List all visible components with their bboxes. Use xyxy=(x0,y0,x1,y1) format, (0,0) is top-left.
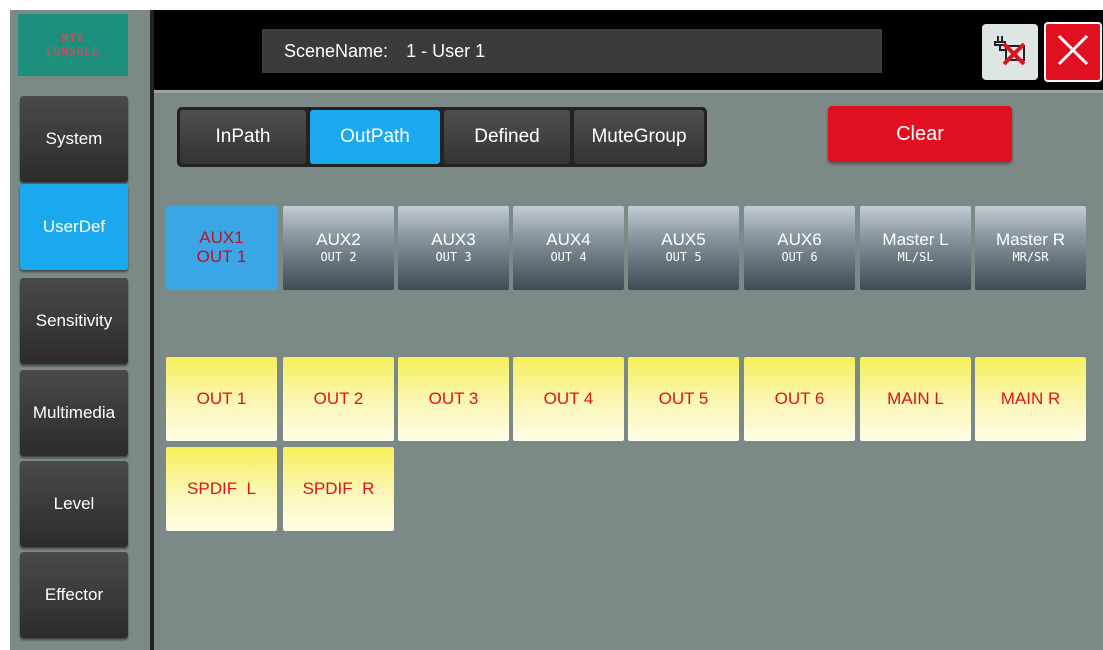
aux-output: ML/SL xyxy=(897,250,934,264)
sidebar-item-label: Effector xyxy=(44,585,104,604)
aux-name: AUX1 xyxy=(199,228,244,247)
aux-name: AUX5 xyxy=(661,230,706,249)
tab-mutegroup[interactable]: MuteGroup xyxy=(574,110,704,164)
out-button-out6[interactable]: OUT 6 xyxy=(744,357,855,441)
scene-name-label: SceneName: xyxy=(284,40,389,61)
aux-button-aux6[interactable]: AUX6 OUT 6 xyxy=(744,206,855,290)
clear-label: Clear xyxy=(896,122,944,145)
tab-label: MuteGroup xyxy=(591,126,687,147)
aux-button-aux3[interactable]: AUX3 OUT 3 xyxy=(398,206,509,290)
close-icon xyxy=(1055,32,1091,73)
tab-label: OutPath xyxy=(340,126,410,147)
out-button-out4[interactable]: OUT 4 xyxy=(513,357,624,441)
clear-button[interactable]: Clear xyxy=(828,106,1012,162)
out-button-out1[interactable]: OUT 1 xyxy=(166,357,277,441)
sidebar-item-level[interactable]: Level xyxy=(20,461,128,547)
scene-name-field[interactable]: SceneName: 1 - User 1 xyxy=(262,29,882,73)
tab-defined[interactable]: Defined xyxy=(444,110,570,164)
out-label: SPDIF L xyxy=(187,479,256,498)
aux-button-aux2[interactable]: AUX2 OUT 2 xyxy=(283,206,394,290)
aux-name: AUX2 xyxy=(316,230,361,249)
aux-name: Master R xyxy=(996,230,1065,249)
out-button-out2[interactable]: OUT 2 xyxy=(283,357,394,441)
sidebar-item-label: UserDef xyxy=(42,217,106,236)
out-label: OUT 2 xyxy=(313,389,364,408)
scene-name-value: 1 - User 1 xyxy=(406,40,486,61)
disconnect-icon xyxy=(990,30,1030,75)
tab-label: InPath xyxy=(215,126,271,147)
tab-outpath[interactable]: OutPath xyxy=(310,110,440,164)
aux-output: OUT 4 xyxy=(550,250,587,264)
out-button-out5[interactable]: OUT 5 xyxy=(628,357,739,441)
aux-button-master-l[interactable]: Master L ML/SL xyxy=(860,206,971,290)
aux-name: AUX3 xyxy=(431,230,476,249)
out-button-spdif-l[interactable]: SPDIF L xyxy=(166,447,277,531)
tab-label: Defined xyxy=(474,126,540,147)
aux-output: OUT 6 xyxy=(781,250,818,264)
tab-inpath[interactable]: InPath xyxy=(180,110,306,164)
aux-output: OUT 1 xyxy=(196,247,247,266)
out-label: OUT 5 xyxy=(658,389,709,408)
out-button-out3[interactable]: OUT 3 xyxy=(398,357,509,441)
logo-line-1: MIX xyxy=(61,32,85,45)
close-button[interactable] xyxy=(1044,22,1102,82)
out-label: OUT 1 xyxy=(196,389,247,408)
out-button-main-l[interactable]: MAIN L xyxy=(860,357,971,441)
logo-line-2: CONSOLE xyxy=(46,45,100,58)
aux-output: OUT 5 xyxy=(665,250,702,264)
out-button-main-r[interactable]: MAIN R xyxy=(975,357,1086,441)
aux-output: OUT 2 xyxy=(320,250,357,264)
aux-button-master-r[interactable]: Master R MR/SR xyxy=(975,206,1086,290)
aux-name: AUX6 xyxy=(777,230,822,249)
sidebar-item-multimedia[interactable]: Multimedia xyxy=(20,370,128,456)
aux-output: MR/SR xyxy=(1012,250,1049,264)
out-button-spdif-r[interactable]: SPDIF R xyxy=(283,447,394,531)
out-label: MAIN R xyxy=(1000,389,1061,408)
logo: MIX CONSOLE xyxy=(18,14,128,76)
disconnect-button[interactable] xyxy=(982,24,1038,80)
out-label: MAIN L xyxy=(887,389,944,408)
aux-button-aux5[interactable]: AUX5 OUT 5 xyxy=(628,206,739,290)
out-label: OUT 3 xyxy=(428,389,479,408)
aux-name: Master L xyxy=(882,230,949,249)
aux-output: OUT 3 xyxy=(435,250,472,264)
out-label: SPDIF R xyxy=(302,479,375,498)
sidebar-item-label: Level xyxy=(53,494,95,513)
sidebar-item-system[interactable]: System xyxy=(20,96,128,182)
out-label: OUT 6 xyxy=(774,389,825,408)
sidebar-item-effector[interactable]: Effector xyxy=(20,552,128,638)
sidebar-item-sensitivity[interactable]: Sensitivity xyxy=(20,278,128,364)
sidebar-item-userdef[interactable]: UserDef xyxy=(20,184,128,270)
aux-button-aux1[interactable]: AUX1 OUT 1 xyxy=(166,206,277,290)
sidebar-item-label: Sensitivity xyxy=(35,311,113,330)
aux-name: AUX4 xyxy=(546,230,591,249)
sidebar-item-label: System xyxy=(45,129,103,148)
out-label: OUT 4 xyxy=(543,389,594,408)
sidebar-item-label: Multimedia xyxy=(32,403,116,422)
aux-button-aux4[interactable]: AUX4 OUT 4 xyxy=(513,206,624,290)
